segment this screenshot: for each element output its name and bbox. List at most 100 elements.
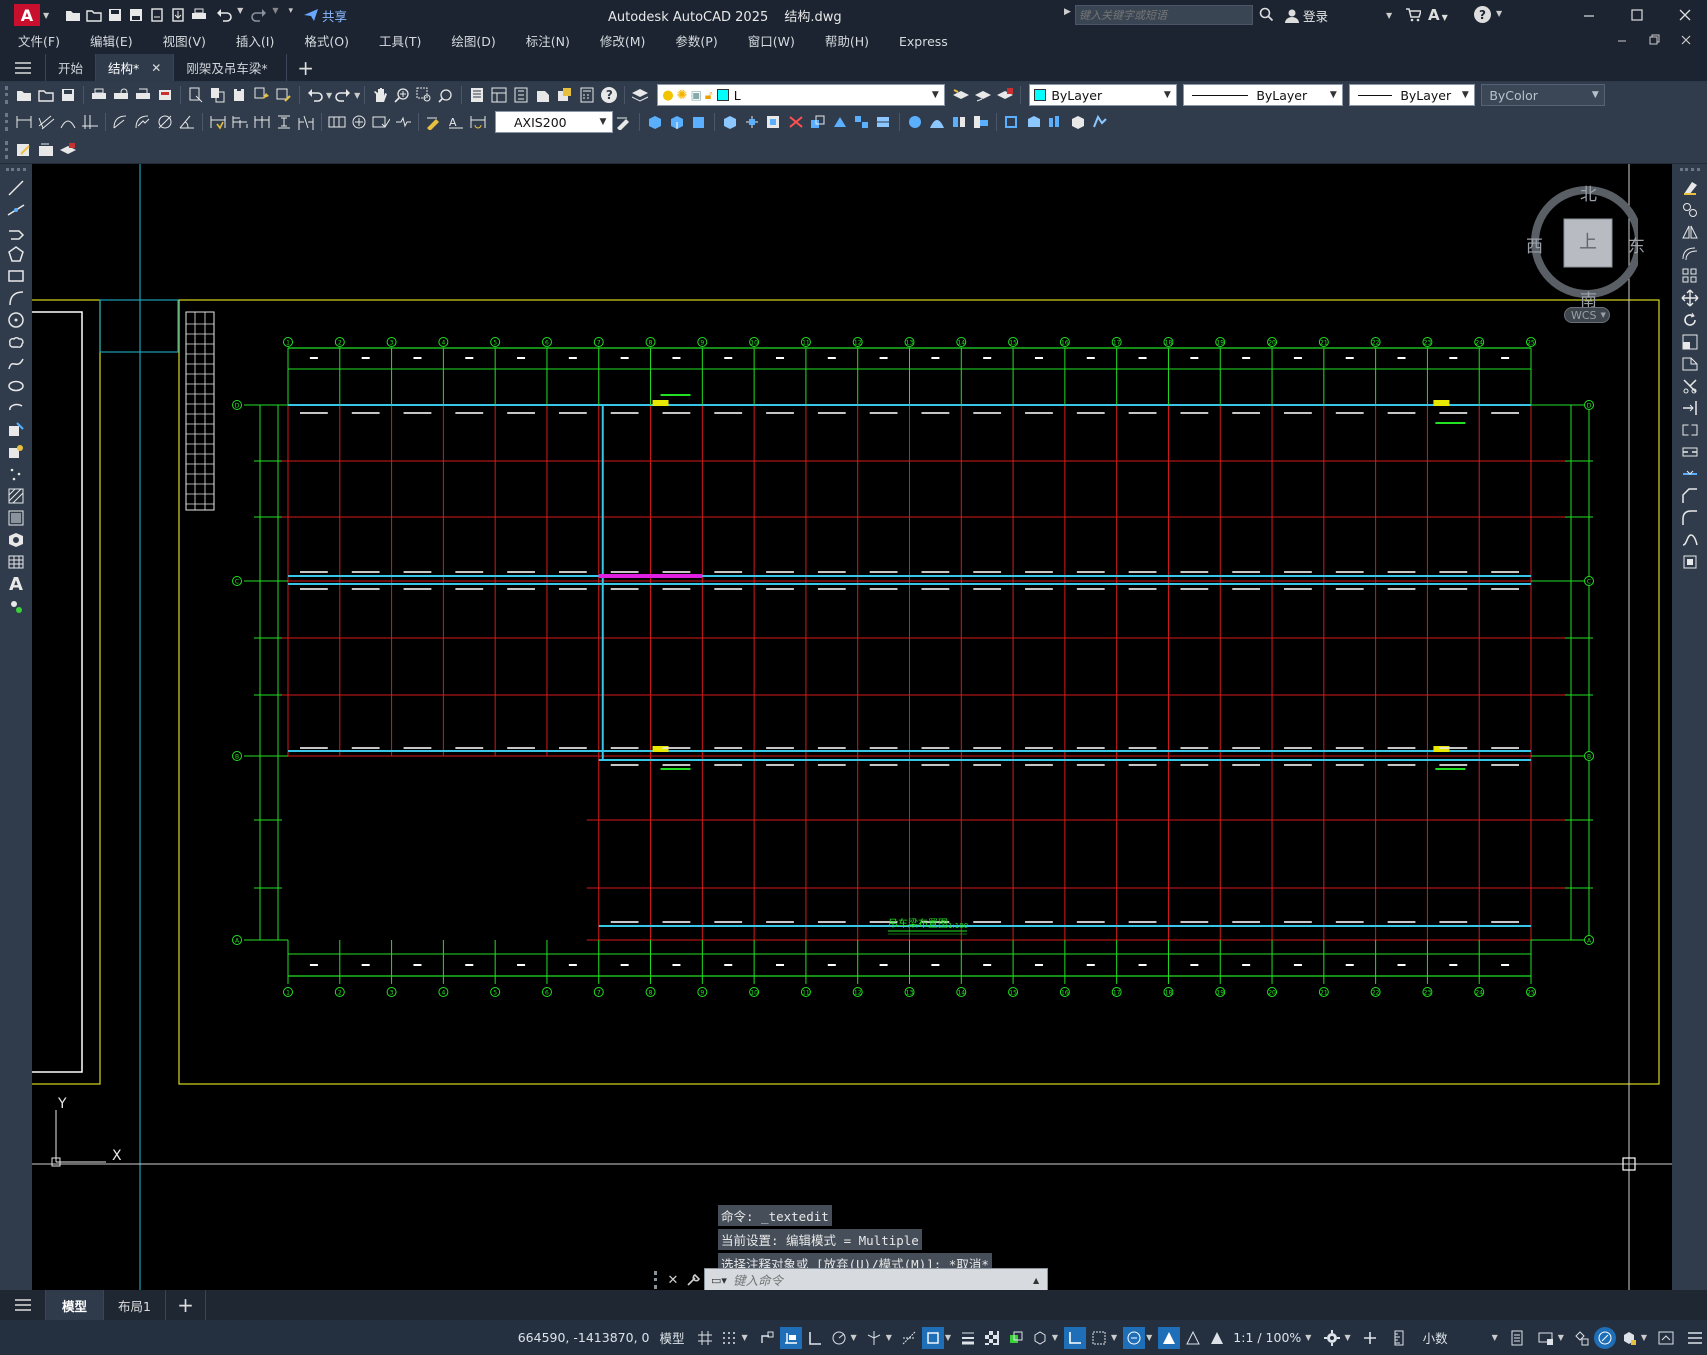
redo-dropdown-icon[interactable]: ▼ (272, 6, 278, 25)
drawing-list-table[interactable] (185, 311, 215, 511)
maximize-window-button[interactable] (1628, 6, 1646, 24)
extend-icon[interactable] (1678, 398, 1702, 418)
annotation-monitor-icon[interactable] (1123, 1326, 1146, 1349)
3d-tool-6-icon[interactable] (764, 112, 784, 132)
axis-bubble-14[interactable]: 14 (956, 337, 967, 347)
command-close-icon[interactable]: ✕ (664, 1273, 682, 1288)
axis-bubble-15[interactable]: 15 (1008, 987, 1019, 997)
isolate-objects-icon[interactable] (1570, 1327, 1592, 1349)
menu-parametric[interactable]: 参数(P) (656, 30, 728, 54)
workspace-gear-icon[interactable] (1321, 1327, 1343, 1349)
dynamic-input-icon[interactable] (779, 1326, 802, 1349)
annotation-dropdown-icon[interactable]: ▼ (1146, 1333, 1152, 1342)
lock-ui-icon[interactable] (1535, 1327, 1557, 1349)
open-file-icon[interactable] (84, 6, 103, 25)
annotate-plus-icon[interactable] (1359, 1327, 1381, 1349)
3d-tool-10-icon[interactable] (852, 112, 872, 132)
save-as-icon[interactable] (126, 6, 145, 25)
undo-dropdown-icon[interactable]: ▼ (237, 6, 243, 25)
menu-file[interactable]: 文件(F) (7, 30, 71, 54)
object-snap-icon[interactable] (921, 1326, 944, 1349)
line-icon[interactable] (4, 178, 28, 198)
layer-properties-icon[interactable] (630, 85, 650, 105)
make-block-icon[interactable] (4, 442, 28, 462)
array-icon[interactable] (1678, 266, 1702, 286)
axis-bubble-7[interactable]: 7 (593, 987, 604, 997)
axis-bubble-19[interactable]: 19 (1215, 987, 1226, 997)
axis-bubble-5[interactable]: 5 (490, 337, 501, 347)
copy-object-icon[interactable] (1678, 200, 1702, 220)
units-dropdown-icon[interactable]: ▼ (1492, 1333, 1498, 1342)
axis-bubble-20[interactable]: 20 (1267, 337, 1278, 347)
help-search-input[interactable] (1075, 5, 1253, 25)
tab-layout1[interactable]: 布局1 (104, 1290, 166, 1320)
axis-bubble-B[interactable]: B (1584, 751, 1594, 761)
auto-scale-icon[interactable] (1182, 1327, 1204, 1349)
drawing-title[interactable]: 吊车梁布置图 (888, 917, 948, 930)
properties-icon[interactable] (467, 85, 487, 105)
recent-commands-icon[interactable]: ▭▾ (705, 1274, 733, 1287)
menu-view[interactable]: 视图(V) (144, 30, 217, 54)
tab-structure[interactable]: 结构* ✕ (96, 54, 175, 81)
menu-format[interactable]: 格式(O) (285, 30, 360, 54)
axis-bubble-16[interactable]: 16 (1059, 987, 1070, 997)
sign-in-button[interactable]: 登录 ▼ (1284, 6, 1392, 25)
axis-bubble-20[interactable]: 20 (1267, 987, 1278, 997)
axis-bubble-3[interactable]: 3 (386, 337, 397, 347)
plot-preview-icon[interactable] (111, 85, 131, 105)
spline-icon[interactable] (4, 354, 28, 374)
match-properties-icon[interactable] (252, 85, 272, 105)
3d-tool-7-icon[interactable] (786, 112, 806, 132)
multiline-text-icon[interactable]: A (4, 574, 28, 595)
attribute-sync-icon[interactable] (58, 140, 78, 160)
layout-menu-icon[interactable] (0, 1290, 46, 1320)
polyline-icon[interactable] (4, 222, 28, 242)
axis-bubble-11[interactable]: 11 (800, 987, 811, 997)
customize-qat-icon[interactable]: ▾ (288, 6, 293, 25)
3d-tool-5-icon[interactable] (742, 112, 762, 132)
redo-list-icon[interactable]: ▼ (354, 91, 360, 100)
new-file-icon[interactable] (63, 6, 82, 25)
hatch-icon[interactable] (4, 486, 28, 506)
axis-bubble-14[interactable]: 14 (956, 987, 967, 997)
axis-bubble-23[interactable]: 23 (1422, 337, 1433, 347)
clean-screen-alt-icon[interactable] (1618, 1327, 1640, 1349)
menu-window[interactable]: 窗口(W) (729, 30, 806, 54)
rotate-icon[interactable] (1678, 310, 1702, 330)
plotstyle-control-dropdown[interactable]: ByColor ▼ (1481, 84, 1606, 106)
break-icon[interactable] (1678, 442, 1702, 462)
layer-thaw-icon[interactable]: ✺ (677, 88, 688, 103)
compass-north[interactable]: 北 (1580, 180, 1597, 205)
layer-unlock-icon[interactable]: 🔓︎ (705, 88, 713, 103)
axis-bubble-15[interactable]: 15 (1008, 337, 1019, 347)
model-space-button[interactable]: 模型 (659, 1328, 684, 1347)
baseline-dim-icon[interactable] (230, 112, 250, 132)
tolerance-icon[interactable] (327, 112, 347, 132)
trim-icon[interactable] (1678, 376, 1702, 396)
pan-icon[interactable] (370, 85, 390, 105)
point-icon[interactable] (4, 464, 28, 484)
dim-text-edit-icon[interactable]: A (446, 112, 466, 132)
command-line-grip[interactable] (654, 1271, 660, 1289)
save-icon[interactable] (105, 6, 124, 25)
axis-bubble-18[interactable]: 18 (1163, 337, 1174, 347)
layer-states-icon[interactable] (995, 85, 1015, 105)
mirror-icon[interactable] (1678, 222, 1702, 242)
command-input[interactable] (733, 1269, 1033, 1290)
search-expand-icon[interactable]: ▶ (1064, 7, 1071, 17)
arc-length-dim-icon[interactable] (58, 112, 78, 132)
redo-toolbar-icon[interactable] (333, 85, 353, 105)
open-icon[interactable] (36, 85, 56, 105)
chamfer-icon[interactable] (1678, 486, 1702, 506)
new-layout-button[interactable]: + (166, 1290, 206, 1320)
block-attribute-manager-icon[interactable] (36, 140, 56, 160)
save-to-web-icon[interactable] (168, 6, 187, 25)
lineweight-display-icon[interactable] (957, 1327, 979, 1349)
edit-attributes-icon[interactable] (14, 140, 34, 160)
dim-style-dropdown[interactable]: AXIS200 ▼ (495, 111, 613, 133)
units-value[interactable]: 小数 (1423, 1328, 1448, 1347)
undo-toolbar-icon[interactable] (305, 85, 325, 105)
publish-icon[interactable] (133, 85, 153, 105)
axis-bubble-5[interactable]: 5 (490, 987, 501, 997)
save-toolbar-icon[interactable] (58, 85, 78, 105)
